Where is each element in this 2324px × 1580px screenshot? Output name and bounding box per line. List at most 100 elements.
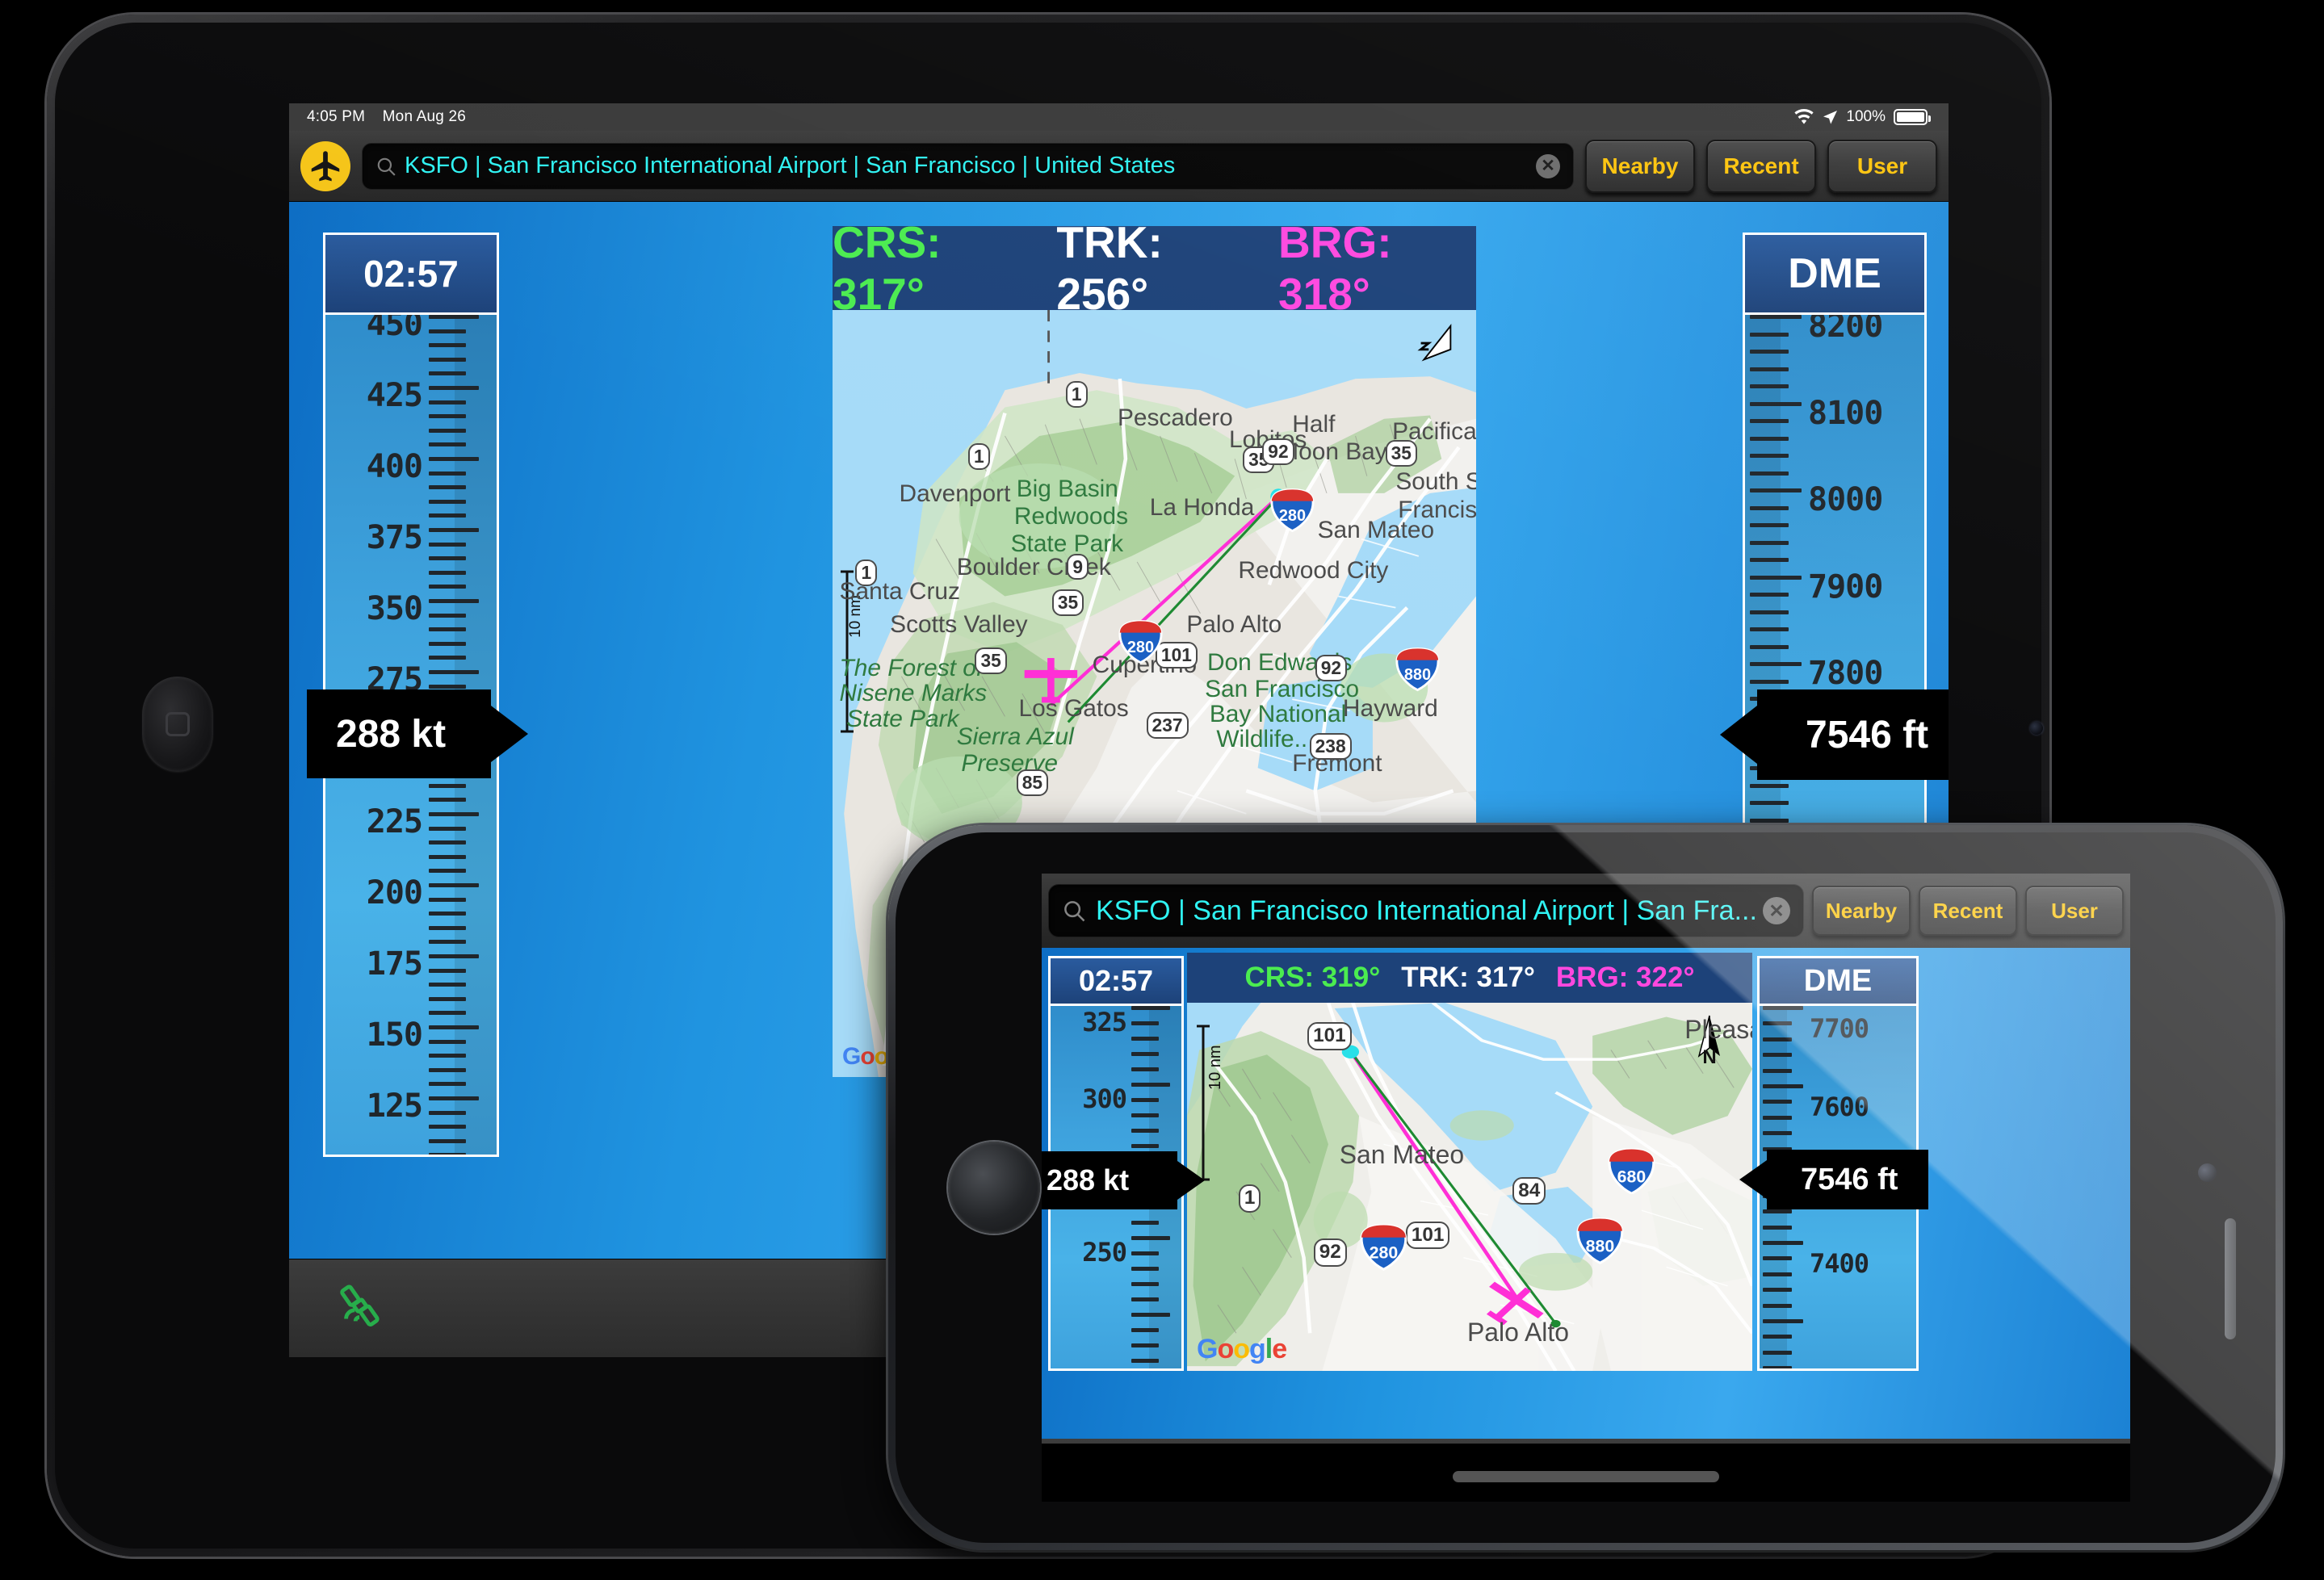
user-button[interactable]: User: [1827, 139, 1937, 193]
tape-tick: [429, 983, 466, 987]
recent-button[interactable]: Recent: [1919, 886, 2017, 936]
iphone-device: KSFO | San Francisco International Airpo…: [888, 825, 2283, 1550]
tape-tick: [429, 414, 466, 419]
tape-tick: [1131, 1236, 1170, 1240]
tape-tick: [429, 996, 466, 1001]
tape-tick-label: 450: [366, 315, 423, 343]
satellite-icon[interactable]: [336, 1280, 386, 1335]
tape-tick: [429, 854, 466, 859]
tape-tick-label: 8200: [1808, 315, 1883, 345]
map-label: Davenport: [899, 480, 1011, 507]
tape-tick: [1131, 1067, 1159, 1071]
tape-tick: [429, 940, 466, 945]
north-arrow-icon: [1412, 321, 1458, 368]
airspeed-value: 288 kt: [336, 712, 447, 756]
tape-tick: [429, 329, 466, 333]
tape-tick: [429, 1054, 466, 1058]
tape-tick: [1750, 818, 1789, 823]
tape-tick: [1750, 505, 1789, 510]
interstate-shield: 280: [1269, 488, 1315, 532]
map-label: Bay National: [1209, 700, 1347, 727]
iphone-speaker: [2225, 1218, 2236, 1339]
search-field[interactable]: KSFO | San Francisco International Airpo…: [1048, 884, 1804, 937]
tape-tick: [1750, 419, 1789, 423]
tape-tick: [429, 528, 479, 532]
tape-tick: [429, 826, 466, 831]
map-label: Half: [1292, 411, 1336, 438]
ipad-status-bar: 4:05 PM Mon Aug 26 100%: [289, 103, 1949, 131]
map-label: Palo Alto: [1466, 1317, 1570, 1347]
route-shield: 101: [1405, 1221, 1450, 1250]
tape-tick: [1750, 662, 1802, 666]
tape-tick: [429, 499, 466, 504]
ipad-toolbar: KSFO | San Francisco International Airpo…: [289, 131, 1949, 202]
tape-tick: [429, 670, 479, 674]
tape-tick: [1763, 1131, 1792, 1136]
tape-tick: [1750, 401, 1802, 406]
course-value: CRS: 319°: [1244, 962, 1381, 993]
tape-tick-label: 150: [366, 1016, 423, 1054]
tape-tick-label: 125: [366, 1088, 423, 1125]
tape-tick: [429, 542, 466, 547]
route-shield: 84: [1512, 1177, 1546, 1205]
timer-panel[interactable]: 02:57: [1048, 956, 1184, 1006]
tape-tick: [429, 371, 466, 376]
route-shield: 92: [1313, 1238, 1347, 1267]
map-label: Big Basin: [1016, 475, 1118, 502]
user-button[interactable]: User: [2025, 886, 2124, 936]
search-value: KSFO | San Francisco International Airpo…: [1096, 895, 1757, 926]
recent-button[interactable]: Recent: [1706, 139, 1816, 193]
route-shield: 101: [1307, 1022, 1352, 1050]
nearby-button[interactable]: Nearby: [1585, 139, 1695, 193]
dme-label: DME: [1788, 250, 1881, 297]
ipad-home-button[interactable]: [142, 677, 213, 772]
app-icon[interactable]: [300, 140, 350, 191]
nav-header: CRS: 317° TRK: 256° BRG: 318°: [833, 217, 1476, 319]
altitude-readout: 7546 ft: [1739, 1150, 1928, 1209]
tape-tick: [429, 869, 466, 874]
track-value: TRK: 256°: [1056, 217, 1163, 319]
tape-tick: [429, 343, 466, 348]
tape-tick: [1763, 1209, 1792, 1214]
tape-tick: [429, 1011, 466, 1016]
route-shield: 237: [1146, 712, 1189, 739]
nearby-button[interactable]: Nearby: [1812, 886, 1911, 936]
search-icon: [1062, 899, 1086, 923]
clear-icon[interactable]: ✕: [1763, 897, 1790, 924]
route-shield: 92: [1315, 654, 1348, 681]
iphone-map[interactable]: N 10 nm Google Pleasanton San Mateo Palo A…: [1187, 1003, 1752, 1371]
svg-text:280: 280: [1370, 1243, 1399, 1263]
tape-tick: [1750, 454, 1789, 458]
tape-tick: [429, 684, 466, 689]
tape-tick-label: 425: [366, 377, 423, 414]
route-shield: 35: [975, 648, 1007, 675]
tape-tick: [429, 627, 466, 632]
svg-text:880: 880: [1404, 666, 1431, 684]
map-label: Redwood City: [1238, 556, 1389, 584]
tape-tick: [1131, 1313, 1170, 1317]
tape-tick-label: 7400: [1810, 1248, 1869, 1279]
airspeed-readout: 288 kt: [307, 689, 528, 778]
altitude-readout: 7546 ft: [1720, 689, 1949, 780]
tape-tick-label: 7600: [1810, 1092, 1869, 1122]
iphone-home-button[interactable]: [948, 1142, 1040, 1234]
home-square-icon: [166, 712, 190, 736]
map-label: Nisene Marks: [839, 680, 988, 707]
battery-icon: [1894, 109, 1931, 125]
tape-tick: [1763, 1256, 1792, 1261]
map-label: Scotts Valley: [890, 610, 1028, 638]
tape-tick: [1763, 1068, 1792, 1073]
search-icon: [375, 156, 396, 177]
tape-tick: [1750, 575, 1802, 580]
search-field[interactable]: KSFO | San Francisco International Airpo…: [362, 142, 1574, 190]
tape-tick: [429, 1039, 466, 1044]
tape-tick-label: 300: [1082, 1083, 1127, 1114]
dme-panel-title[interactable]: DME: [1757, 956, 1919, 1006]
tape-tick: [1763, 1053, 1792, 1058]
tape-tick: [1750, 801, 1789, 805]
battery-percent: 100%: [1846, 108, 1886, 125]
dme-panel-title[interactable]: DME: [1743, 233, 1927, 315]
clear-icon[interactable]: ✕: [1536, 153, 1560, 178]
timer-panel[interactable]: 02:57: [323, 233, 499, 315]
tape-tick-label: 325: [1082, 1007, 1127, 1037]
